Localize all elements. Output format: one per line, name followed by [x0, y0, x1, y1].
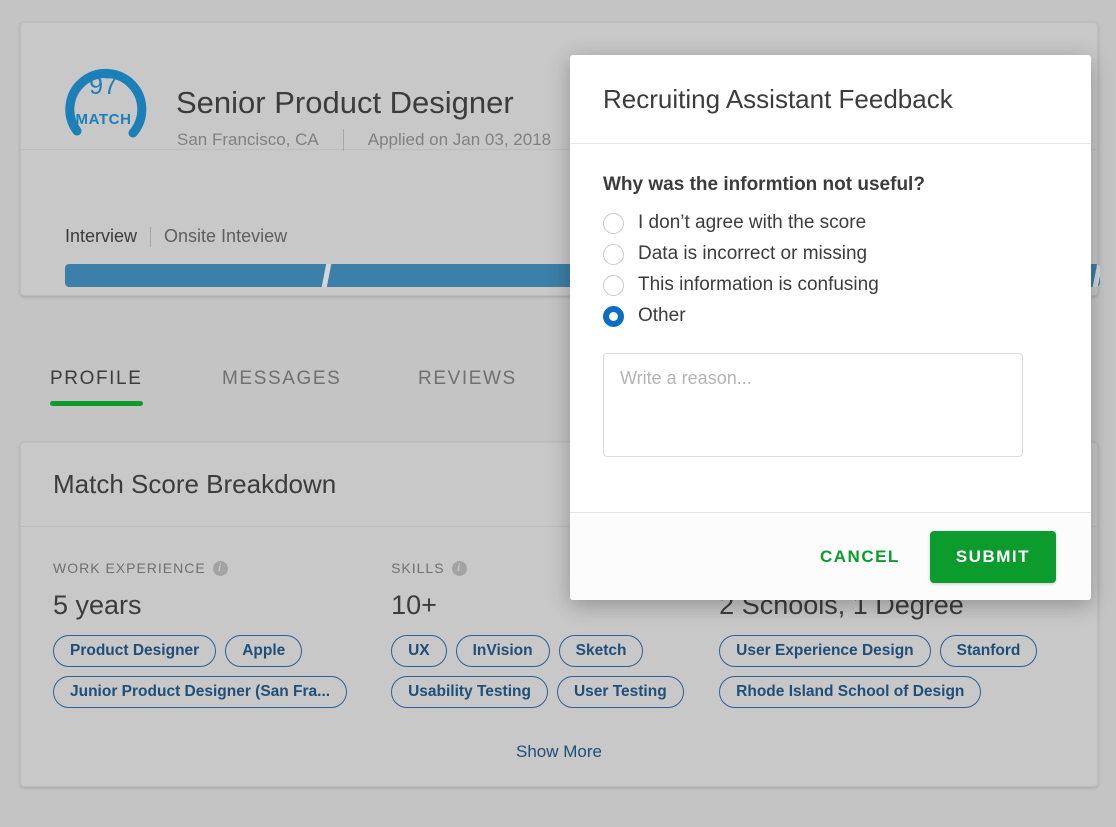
radio-icon-selected[interactable] [603, 306, 624, 327]
reason-textarea[interactable] [603, 353, 1023, 457]
radio-option-confusing[interactable]: This information is confusing [603, 274, 1058, 296]
tab-profile[interactable]: PROFILE [50, 368, 143, 406]
chip[interactable]: Junior Product Designer (San Fra... [53, 676, 347, 708]
chip-list-education: User Experience Design Stanford Rhode Is… [719, 635, 1079, 708]
modal-footer: CANCEL SUBMIT [570, 512, 1091, 600]
radio-option-label: Data is incorrect or missing [638, 243, 867, 265]
chip[interactable]: Stanford [940, 635, 1038, 667]
radio-icon[interactable] [603, 275, 624, 296]
chip[interactable]: InVision [456, 635, 550, 667]
chip[interactable]: Rhode Island School of Design [719, 676, 981, 708]
modal-header: Recruiting Assistant Feedback [570, 55, 1091, 144]
breakdown-label-text: WORK EXPERIENCE [53, 560, 206, 576]
candidate-applied-date: Applied on Jan 03, 2018 [368, 130, 551, 150]
match-score-gauge: 97 MATCH [51, 45, 161, 145]
meta-divider [343, 129, 344, 151]
page-title: Senior Product Designer [176, 85, 514, 121]
chip[interactable]: Product Designer [53, 635, 216, 667]
breakdown-column-work-experience: WORK EXPERIENCE i 5 years Product Design… [21, 527, 391, 708]
tab-reviews[interactable]: REVIEWS [418, 368, 517, 406]
chip[interactable]: UX [391, 635, 447, 667]
radio-option-disagree-score[interactable]: I don’t agree with the score [603, 212, 1058, 234]
recruiting-assistant-feedback-modal: Recruiting Assistant Feedback Why was th… [570, 55, 1091, 600]
modal-question: Why was the informtion not useful? [603, 174, 1058, 196]
chip-list-skills: UX InVision Sketch Usability Testing Use… [391, 635, 719, 708]
stage-next-label: Onsite Inteview [164, 226, 287, 247]
match-score-value: 97 [51, 72, 156, 101]
breakdown-title: Match Score Breakdown [53, 469, 336, 500]
radio-icon[interactable] [603, 213, 624, 234]
radio-option-other[interactable]: Other [603, 305, 1058, 327]
chip[interactable]: Sketch [559, 635, 644, 667]
radio-option-label: Other [638, 305, 686, 327]
stage-current-label: Interview [65, 226, 137, 247]
stage-divider [150, 227, 151, 247]
candidate-location: San Francisco, CA [177, 130, 319, 150]
stage-labels: Interview Onsite Inteview [65, 226, 287, 247]
cancel-button[interactable]: CANCEL [816, 539, 904, 575]
chip[interactable]: Apple [225, 635, 302, 667]
modal-body: Why was the informtion not useful? I don… [570, 144, 1091, 511]
breakdown-label-text: SKILLS [391, 560, 444, 576]
breakdown-label-work-experience: WORK EXPERIENCE i [53, 560, 391, 576]
info-icon[interactable]: i [452, 561, 467, 576]
chip-list-work-experience: Product Designer Apple Junior Product De… [53, 635, 383, 708]
radio-option-data-incorrect[interactable]: Data is incorrect or missing [603, 243, 1058, 265]
chip[interactable]: Usability Testing [391, 676, 548, 708]
radio-option-label: This information is confusing [638, 274, 879, 296]
submit-button[interactable]: SUBMIT [930, 531, 1056, 583]
match-score-label: MATCH [51, 111, 156, 128]
chip[interactable]: User Experience Design [719, 635, 930, 667]
radio-option-label: I don’t agree with the score [638, 212, 866, 234]
info-icon[interactable]: i [213, 561, 228, 576]
chip[interactable]: User Testing [557, 676, 684, 708]
tab-messages[interactable]: MESSAGES [222, 368, 341, 406]
show-more-link[interactable]: Show More [21, 742, 1097, 762]
radio-icon[interactable] [603, 244, 624, 265]
breakdown-value-work-experience: 5 years [53, 590, 391, 621]
modal-title: Recruiting Assistant Feedback [603, 84, 953, 115]
candidate-meta: San Francisco, CA Applied on Jan 03, 201… [177, 129, 551, 151]
